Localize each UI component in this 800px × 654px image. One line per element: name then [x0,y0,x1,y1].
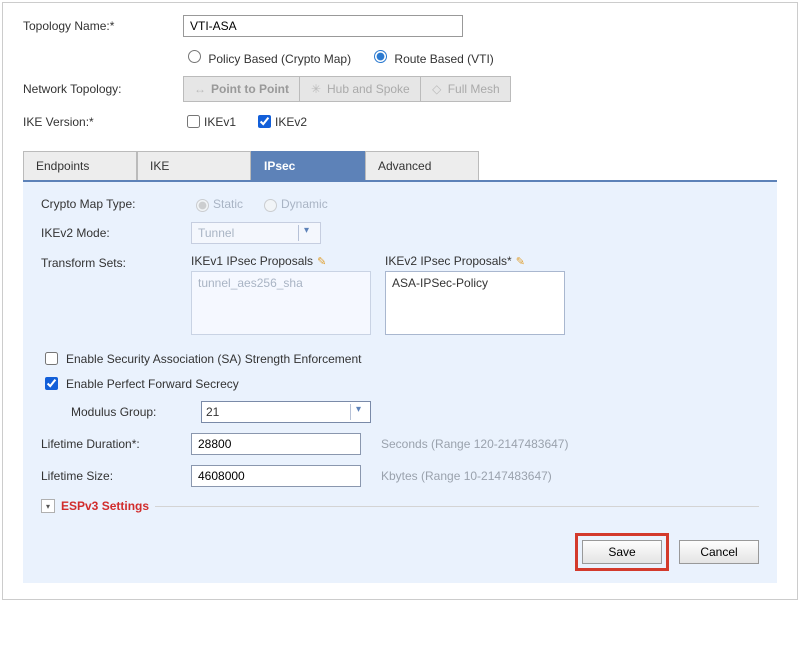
mesh-label: Full Mesh [448,82,500,96]
lifetime-duration-label: Lifetime Duration*: [41,437,191,451]
policy-based-radio[interactable]: Policy Based (Crypto Map) [183,47,351,66]
route-based-label: Route Based (VTI) [394,52,493,66]
lifetime-size-hint: Kbytes (Range 10-2147483647) [381,469,552,483]
pfs-checkbox[interactable]: Enable Perfect Forward Secrecy [41,374,759,393]
ikev1-proposals-list: tunnel_aes256_sha [191,271,371,335]
modulus-group-select[interactable]: 21 ▾ [201,401,371,423]
chevron-down-icon: ▾ [298,225,314,241]
ipsec-panel: Crypto Map Type: Static Dynamic IKEv2 Mo… [23,182,777,583]
espv3-settings-label[interactable]: ESPv3 Settings [61,499,149,513]
lifetime-duration-hint: Seconds (Range 120-2147483647) [381,437,568,451]
route-based-radio[interactable]: Route Based (VTI) [369,47,494,66]
topology-name-input[interactable] [183,15,463,37]
ikev2-proposals-label: IKEv2 IPsec Proposals* [385,254,512,268]
divider [155,506,759,507]
ikev2-checkbox[interactable]: IKEv2 [254,112,307,131]
tab-advanced[interactable]: Advanced [365,151,479,180]
lifetime-size-label: Lifetime Size: [41,469,191,483]
save-highlight-box: Save [575,533,669,571]
network-topology-segmented: ↔ Point to Point ✳ Hub and Spoke ◇ Full … [183,76,511,102]
espv3-toggle-icon[interactable]: ▾ [41,499,55,513]
pencil-icon[interactable]: ✎ [516,255,525,268]
p2p-label: Point to Point [211,82,289,96]
ikev1-label: IKEv1 [204,115,236,129]
modulus-group-label: Modulus Group: [71,405,191,419]
modulus-group-value: 21 [206,405,219,419]
lifetime-duration-input[interactable] [191,433,361,455]
topology-name-label: Topology Name:* [23,19,183,33]
ikev1-proposals-label: IKEv1 IPsec Proposals [191,254,313,268]
pfs-label: Enable Perfect Forward Secrecy [66,377,239,391]
pencil-icon[interactable]: ✎ [317,255,326,268]
ike-version-label: IKE Version:* [23,115,183,129]
tab-endpoints[interactable]: Endpoints [23,151,137,180]
full-mesh-button: ◇ Full Mesh [421,76,511,102]
chevron-down-icon: ▾ [350,404,366,420]
hub-icon: ✳ [310,82,322,96]
network-topology-label: Network Topology: [23,82,183,96]
ikev2-mode-select: Tunnel ▾ [191,222,321,244]
mesh-icon: ◇ [431,82,443,96]
ikev2-label: IKEv2 [275,115,307,129]
crypto-dynamic-label: Dynamic [281,197,328,211]
sa-enforce-checkbox[interactable]: Enable Security Association (SA) Strengt… [41,349,759,368]
transform-sets-label: Transform Sets: [41,256,191,270]
ikev2-mode-value: Tunnel [198,226,234,240]
lifetime-size-input[interactable] [191,465,361,487]
crypto-static-label: Static [213,197,243,211]
point-to-point-button: ↔ Point to Point [183,76,300,102]
crypto-dynamic-radio: Dynamic [259,196,328,212]
crypto-static-radio: Static [191,196,243,212]
crypto-map-type-label: Crypto Map Type: [41,197,191,211]
p2p-icon: ↔ [194,82,206,96]
ikev1-checkbox[interactable]: IKEv1 [183,112,236,131]
hub-spoke-button: ✳ Hub and Spoke [300,76,421,102]
save-button[interactable]: Save [582,540,662,564]
ikev2-mode-label: IKEv2 Mode: [41,226,191,240]
policy-based-label: Policy Based (Crypto Map) [208,52,351,66]
tab-ipsec[interactable]: IPsec [251,151,365,180]
cancel-button[interactable]: Cancel [679,540,759,564]
ikev2-proposals-list[interactable]: ASA-IPSec-Policy [385,271,565,335]
tab-ike[interactable]: IKE [137,151,251,180]
sa-enforce-label: Enable Security Association (SA) Strengt… [66,352,361,366]
hub-label: Hub and Spoke [327,82,410,96]
